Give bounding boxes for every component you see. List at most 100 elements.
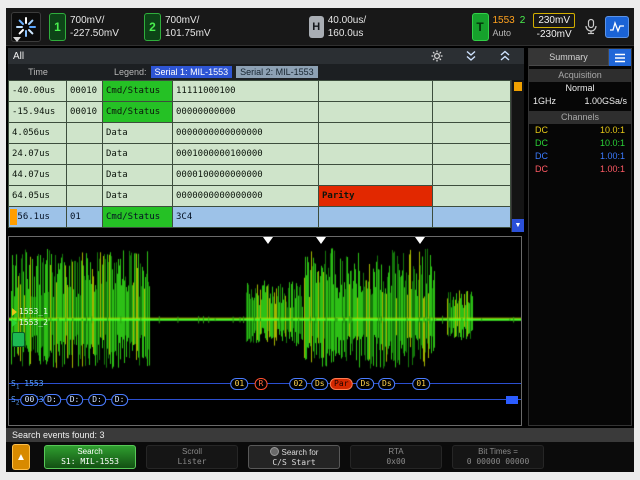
table-cell <box>318 80 433 102</box>
channel2-badge[interactable]: 2 <box>144 12 161 41</box>
trigger-settings[interactable]: 1553 2 Auto <box>493 14 526 40</box>
channel-summary-row: DC 1.00:1 <box>529 163 631 176</box>
probe-ratio-value: 10.0:1 <box>599 138 625 148</box>
status-line: Search events found: 3 <box>6 428 634 442</box>
trigger-levels[interactable]: 230mV -230mV <box>533 12 575 41</box>
table-row[interactable]: 24.07us Data 0001000000100000 <box>8 143 511 165</box>
softkey-4[interactable]: RTA 0x00 <box>350 445 442 469</box>
lister-scrollbar[interactable]: ▼ <box>511 80 524 232</box>
bus1-label: 1553_1 <box>12 307 48 316</box>
tab-summary[interactable]: Summary <box>529 49 608 66</box>
lister-toolbar: All <box>8 48 524 64</box>
table-row[interactable]: 44.07us Data 0000100000000000 <box>8 164 511 186</box>
table-row[interactable]: -15.94us 00010 Cmd/Status 00000000000 <box>8 101 511 123</box>
channel1-marker-icon <box>12 307 17 316</box>
scrollbar-thumb[interactable] <box>514 82 522 91</box>
horizontal-settings[interactable]: 40.00us/ 160.0us <box>328 14 388 40</box>
table-cell <box>318 206 433 228</box>
table-cell: -15.94us <box>8 101 67 123</box>
lister-panel-button[interactable] <box>608 49 631 66</box>
table-cell: Cmd/Status <box>102 80 173 102</box>
gear-icon[interactable] <box>431 50 443 62</box>
timebase-delay: 160.0us <box>327 27 364 39</box>
decode-table: -40.00us 00010 Cmd/Status 11111000100 -15.94… <box>8 80 511 228</box>
channel2-offset: 101.75mV <box>165 27 211 39</box>
softkey-value: Lister <box>177 457 207 466</box>
table-cell <box>66 164 103 186</box>
softkey-1[interactable]: Search S1: MIL-1553 <box>44 445 136 469</box>
table-cell: Data <box>102 122 173 144</box>
softkey-bar: ▲ Search S1: MIL-1553 Scroll Lister Search f… <box>6 442 634 472</box>
decode-bubble: Par <box>330 378 353 390</box>
search-event-marker-icon <box>262 237 273 244</box>
chevron-double-up-icon[interactable] <box>499 50 511 62</box>
table-row[interactable]: 156.1us 01 Cmd/Status 3C4 <box>8 206 511 228</box>
coupling-value: DC <box>535 151 548 161</box>
waveform-display[interactable]: 1553_1 1553_2 S1 1553 01 R 02 Ds Par Ds Ds 01 S… <box>8 236 522 426</box>
table-cell: 00010 <box>66 101 103 123</box>
lister-table-body: -40.00us 00010 Cmd/Status 11111000100 -15.94… <box>8 80 511 228</box>
scroll-down-button[interactable]: ▼ <box>512 219 524 232</box>
softkey-value: S1: MIL-1553 <box>61 457 119 466</box>
table-cell <box>432 80 511 102</box>
trigger-badge[interactable]: T <box>471 12 489 41</box>
table-cell: 3C4 <box>172 206 319 228</box>
decode-bubble: 02 <box>289 378 308 390</box>
table-cell: 0000100000000000 <box>172 164 319 186</box>
table-cell <box>432 185 511 207</box>
decode-bubble: D: <box>88 394 106 406</box>
softkey-5[interactable]: Bit Times = 0 00000 00000 <box>452 445 544 469</box>
decode-bubble: Ds <box>378 378 396 390</box>
trigger-level-low: -230mV <box>536 28 572 40</box>
menu-button[interactable] <box>11 11 41 42</box>
lister-filter[interactable]: All <box>13 51 24 62</box>
table-row[interactable]: 64.05us Data 0000000000000000 Parity <box>8 185 511 207</box>
table-cell: 0000000000000000 <box>172 185 319 207</box>
oscilloscope-screen: 1 700mV/ -227.50mV 2 700mV/ 101.75mV H 4… <box>6 8 634 472</box>
decode-bubble: 00 <box>20 394 39 406</box>
decode-end-block <box>506 396 518 404</box>
table-cell: Data <box>102 143 173 165</box>
decode-bubble: Ds <box>356 378 375 390</box>
channel1-offset: -227.50mV <box>70 27 119 39</box>
channel1-badge[interactable]: 1 <box>49 12 66 41</box>
softkey-label: Bit Times = <box>478 447 518 456</box>
table-cell: 01 <box>66 206 103 228</box>
channel2-settings[interactable]: 700mV/ 101.75mV <box>165 14 225 40</box>
table-cell <box>66 122 103 144</box>
channel-summary-list: DC 10.0:1 DC 10.0:1 DC 1.00:1 DC 1.00:1 <box>529 124 631 176</box>
microphone-icon <box>583 18 599 36</box>
channel2-marker-icon <box>12 318 17 327</box>
list-icon <box>615 53 625 62</box>
table-cell <box>66 185 103 207</box>
horizontal-badge[interactable]: H <box>308 15 324 38</box>
trigger-mode: Auto <box>492 27 512 38</box>
circle-icon <box>269 446 279 456</box>
softkey-value: C/S Start <box>272 457 316 467</box>
chevron-double-down-icon[interactable] <box>465 50 477 62</box>
serial-lister: All Time Legend: Serial 1: MIL-1553 Seri… <box>8 48 524 232</box>
trigger-level-high: 230mV <box>533 12 575 28</box>
table-cell: 156.1us <box>8 206 67 228</box>
table-cell: 64.05us <box>8 185 67 207</box>
table-cell: 0000000000000000 <box>172 122 319 144</box>
touch-waveform-badge[interactable] <box>605 15 629 38</box>
table-cell <box>432 122 511 144</box>
channels-section-header: Channels <box>529 111 631 124</box>
channel1-vdiv: 700mV/ <box>70 14 105 26</box>
table-row[interactable]: -40.00us 00010 Cmd/Status 11111000100 <box>8 80 511 102</box>
table-cell: Data <box>102 164 173 186</box>
softkey-label: Search <box>77 447 103 456</box>
channel1-settings[interactable]: 700mV/ -227.50mV <box>70 14 130 40</box>
softkey-value: 0x00 <box>386 457 406 466</box>
channel-summary-row: DC 10.0:1 <box>529 124 631 137</box>
table-cell: 24.07us <box>8 143 67 165</box>
table-cell: 00010 <box>66 80 103 102</box>
table-row[interactable]: 4.056us Data 0000000000000000 <box>8 122 511 144</box>
softkey-2[interactable]: Scroll Lister <box>146 445 238 469</box>
probe-ratio-value: 1.00:1 <box>599 164 625 174</box>
table-cell: 4.056us <box>8 122 67 144</box>
decode-bubble: 01 <box>412 378 430 390</box>
back-button[interactable]: ▲ <box>12 444 30 470</box>
softkey-3[interactable]: Search for C/S Start <box>248 445 340 469</box>
